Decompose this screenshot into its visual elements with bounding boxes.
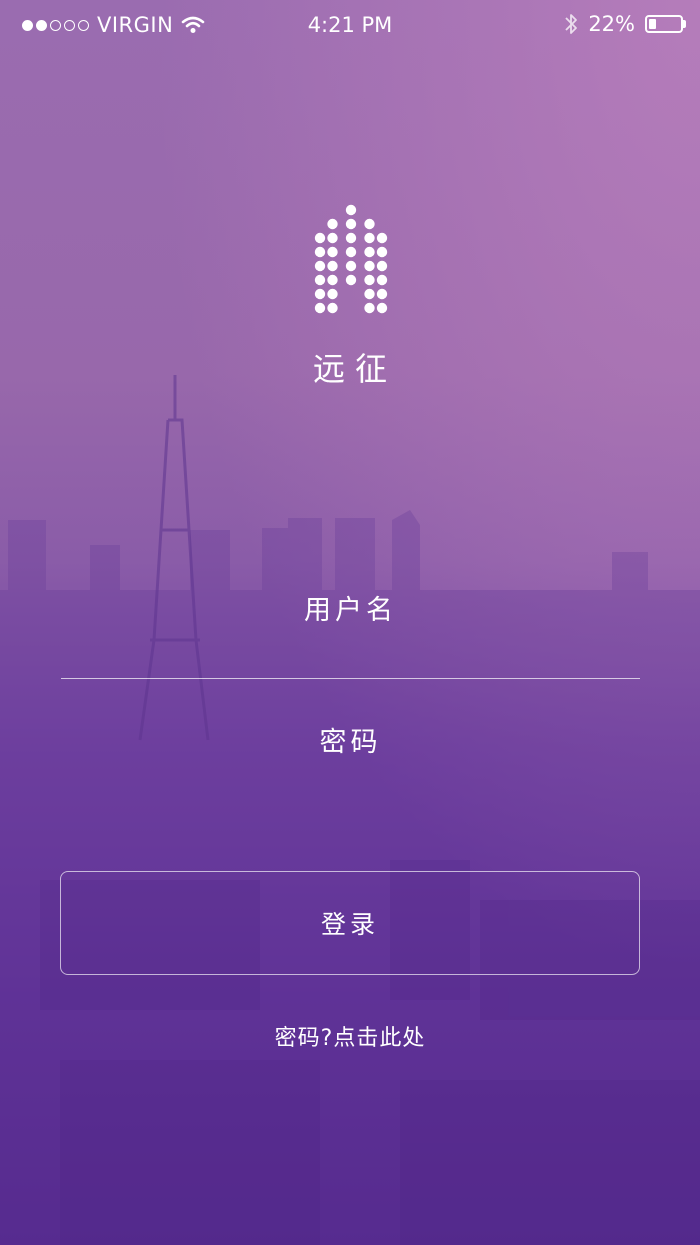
battery-nub	[683, 20, 686, 28]
logo-dot	[327, 246, 338, 258]
username-field[interactable]: 用户名	[61, 588, 640, 627]
login-button[interactable]: 登录	[60, 871, 640, 975]
app-name: 远征	[312, 350, 397, 388]
logo-dot	[364, 302, 375, 314]
login-button-label: 登录	[320, 910, 379, 939]
logo-dot	[345, 274, 357, 286]
battery-level	[649, 19, 656, 29]
logo-dot	[364, 246, 375, 258]
logo-dot	[345, 232, 357, 244]
logo-dot	[314, 232, 326, 244]
logo-dot	[345, 204, 357, 216]
logo-dot	[376, 232, 388, 244]
dotted-arch-logo-icon	[314, 204, 388, 314]
status-right: 22%	[564, 12, 686, 36]
logo-dot	[364, 288, 375, 300]
logo-dot	[327, 274, 338, 286]
logo-dot	[327, 218, 338, 230]
forgot-password-link[interactable]: 密码?点击此处	[0, 1020, 700, 1052]
logo-dot	[327, 288, 338, 300]
logo-dot	[376, 246, 388, 258]
logo-dot	[376, 302, 388, 314]
logo-dot	[345, 218, 357, 230]
logo-dot	[345, 246, 357, 258]
logo-dot	[376, 288, 388, 300]
logo-dot	[376, 274, 388, 286]
password-field[interactable]: 密码	[61, 720, 640, 759]
logo-dot	[314, 302, 326, 314]
logo-dot	[327, 232, 338, 244]
logo-dot	[364, 260, 375, 272]
status-bar: VIRGIN 4:21 PM 22%	[0, 0, 700, 52]
logo-dot	[314, 288, 326, 300]
field-divider	[61, 678, 640, 679]
bluetooth-icon	[565, 14, 578, 34]
logo-dot	[327, 302, 338, 314]
logo-dot	[314, 246, 326, 258]
battery-percent: 22%	[588, 12, 635, 36]
logo-dot	[376, 260, 388, 272]
logo-dot	[364, 232, 375, 244]
battery-icon	[645, 15, 683, 33]
logo-dot	[364, 274, 375, 286]
logo-dot	[364, 218, 375, 230]
logo-dot	[314, 274, 326, 286]
logo-dot	[345, 260, 357, 272]
logo-dot	[314, 260, 326, 272]
logo-dot	[327, 260, 338, 272]
